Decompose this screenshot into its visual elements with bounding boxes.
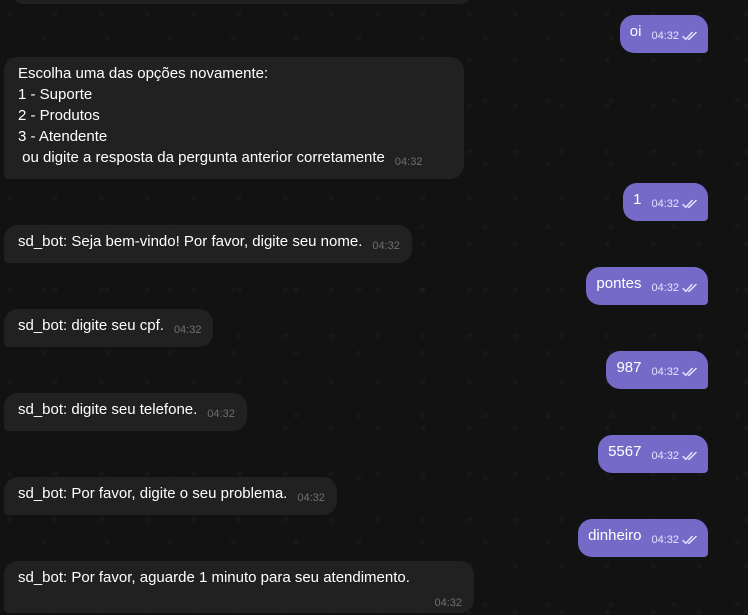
incoming-message[interactable]: sd_bot: Seja bem-vindo! Por favor, digit… [4,225,412,263]
message-time: 04:32 [434,597,462,609]
incoming-message[interactable]: sd_bot: Por favor, digite o seu problema… [4,477,337,515]
message-time: 04:32 [297,492,325,504]
double-check-icon [682,367,698,377]
outgoing-message[interactable]: oi 04:32 [619,15,708,53]
message-line-last: ou digite a resposta da pergunta anterio… [18,147,452,173]
message-text: 5567 [608,443,642,460]
message-time: 04:32 [651,282,679,294]
message-text: 987 [616,359,642,376]
message-meta: 04:32 [651,278,698,299]
message-time: 04:32 [173,324,202,336]
message-time: 04:32 [207,408,235,420]
message-text: 1 [633,191,642,208]
message-text: dinheiro [588,527,642,544]
message-text: sd_bot: Seja bem-vindo! Por favor, digit… [18,233,363,250]
message-line: Escolha uma das opções novamente: [18,65,269,82]
message-text: oi [629,23,642,40]
outgoing-message[interactable]: 5567 04:32 [598,435,708,473]
double-check-icon [682,199,698,209]
message-time: 04:32 [651,534,679,546]
message-line: 1 - Suporte [18,86,93,103]
message-meta: 04:32 [651,194,698,215]
incoming-message[interactable]: sd_bot: Por favor, aguarde 1 minuto para… [4,561,474,613]
message-time: 04:32 [651,450,679,462]
incoming-message[interactable]: sd_bot: digite seu cpf. 04:32 [4,309,214,347]
message-meta: 04:32 [651,362,698,383]
message-time: 04:32 [372,240,400,252]
message-time: 04:32 [651,198,679,210]
message-meta: 04:32 [651,530,698,551]
double-check-icon [682,451,698,461]
previous-message-bubble [10,0,473,4]
message-text: sd_bot: Por favor, digite o seu problema… [18,485,288,502]
message-time: 04:32 [394,156,423,168]
message-time: 04:32 [651,30,679,42]
incoming-message[interactable]: Escolha uma das opções novamente: 1 - Su… [4,57,464,179]
outgoing-message[interactable]: 1 04:32 [623,183,708,221]
double-check-icon [682,31,698,41]
chat-history[interactable]: oi 04:32 Escolha uma das opções novamente… [0,0,748,615]
message-meta: 04:32 [651,446,698,467]
double-check-icon [682,535,698,545]
message-time: 04:32 [651,366,679,378]
message-line: 3 - Atendente [18,128,108,145]
outgoing-message[interactable]: 987 04:32 [606,351,708,389]
message-meta: 04:32 [651,26,698,47]
message-text: pontes [596,275,642,292]
incoming-message[interactable]: sd_bot: digite seu telefone. 04:32 [4,393,247,431]
message-meta-row: 04:32 [18,588,462,614]
outgoing-message[interactable]: pontes 04:32 [586,267,708,305]
message-line: ou digite a resposta da pergunta anterio… [18,149,385,166]
message-text: sd_bot: digite seu telefone. [18,401,198,418]
message-text: sd_bot: Por favor, aguarde 1 minuto para… [18,569,410,586]
message-line: 2 - Produtos [18,107,100,124]
outgoing-message[interactable]: dinheiro 04:32 [578,519,708,557]
double-check-icon [682,283,698,293]
message-text: sd_bot: digite seu cpf. [18,317,164,334]
